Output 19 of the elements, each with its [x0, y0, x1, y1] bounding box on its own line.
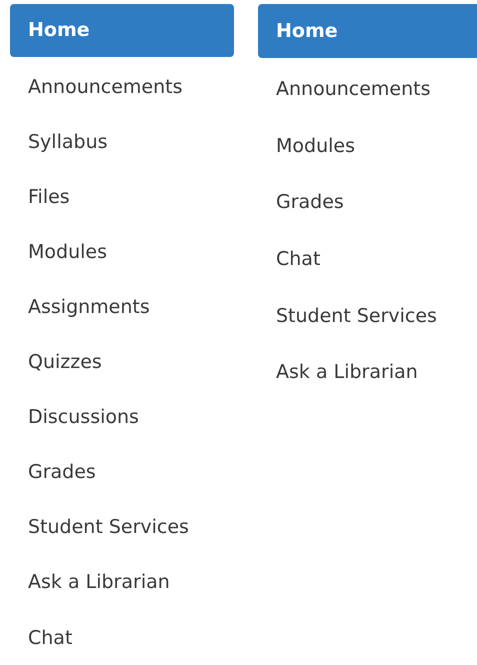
nav-link[interactable]: Chat: [258, 230, 477, 288]
nav-link[interactable]: Announcements: [258, 61, 477, 118]
nav-link[interactable]: Files: [10, 170, 234, 225]
nav-link[interactable]: Student Services: [10, 500, 234, 555]
nav-link[interactable]: Home: [258, 4, 477, 58]
nav-link[interactable]: Modules: [10, 224, 234, 280]
nav-link[interactable]: Discussions: [10, 390, 234, 445]
nav-link[interactable]: Announcements: [10, 60, 234, 115]
nav-link[interactable]: Student Services: [258, 287, 477, 344]
nav-link[interactable]: Assignments: [10, 280, 234, 335]
nav-link[interactable]: Ask a Librarian: [10, 554, 234, 610]
nav-link[interactable]: Grades: [258, 174, 477, 231]
nav-link[interactable]: Quizzes: [10, 334, 234, 390]
nav-link[interactable]: Syllabus: [10, 114, 234, 170]
nav-link[interactable]: Ask a Librarian: [258, 344, 477, 401]
nav-link[interactable]: Chat: [10, 610, 234, 665]
nav-link[interactable]: Home: [10, 4, 234, 57]
nav-link[interactable]: Modules: [258, 118, 477, 174]
nav-link[interactable]: Grades: [10, 444, 234, 500]
